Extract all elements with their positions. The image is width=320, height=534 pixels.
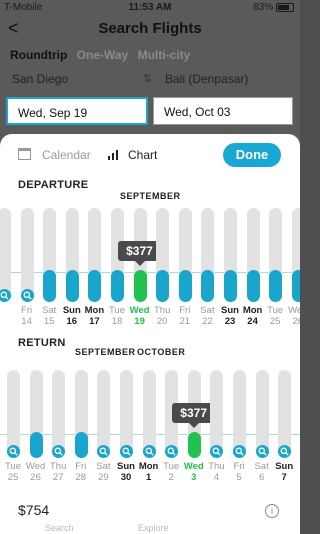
bottom-nav-search[interactable]: Search (45, 523, 74, 533)
return-month-oct: OCTOBER (137, 347, 186, 357)
search-icon[interactable] (210, 445, 224, 458)
return-month-sep: SEPTEMBER (75, 347, 136, 357)
return-price-bar[interactable] (29, 432, 43, 458)
tab-multi-city[interactable]: Multi-city (138, 48, 191, 62)
departure-price-bar[interactable] (201, 270, 215, 302)
departure-price-bar[interactable] (88, 270, 102, 302)
status-bar: T-Mobile 11:53 AM 83% (0, 0, 300, 16)
departure-day-number: 26 (292, 316, 301, 327)
swap-icon[interactable]: ⇅ (143, 72, 152, 85)
return-selected-bar[interactable] (187, 432, 201, 458)
search-icon[interactable] (255, 445, 269, 458)
departure-price-bar[interactable] (291, 270, 300, 302)
return-day-number: 7 (281, 472, 287, 483)
search-icon[interactable] (52, 445, 66, 458)
battery-percent: 83% (253, 2, 274, 13)
departure-price-bar[interactable] (43, 270, 57, 302)
search-icon[interactable] (233, 445, 246, 458)
search-icon[interactable] (0, 289, 11, 302)
tab-one-way[interactable]: One-Way (77, 48, 129, 62)
bar-chart-icon (108, 149, 122, 160)
calendar-icon (18, 148, 31, 160)
battery-indicator: 83% (253, 2, 294, 13)
departure-label: DEPARTURE (18, 179, 89, 191)
departure-day-track (0, 208, 11, 302)
destination-field[interactable]: Bali (Denpasar) (165, 72, 248, 86)
tab-roundtrip[interactable]: Roundtrip (10, 48, 67, 62)
page-title: Search Flights (98, 20, 202, 37)
done-button[interactable]: Done (223, 143, 281, 167)
date-chart-panel: Calendar Chart Done DEPARTURE SEPTEMBER … (0, 134, 300, 534)
departure-price-bar[interactable] (269, 270, 283, 302)
depart-date-field[interactable]: Wed, Sep 19 (6, 97, 148, 125)
search-icon[interactable] (7, 445, 20, 458)
tab-calendar-label: Calendar (42, 148, 91, 162)
departure-day-track (20, 208, 34, 302)
departure-weekday: Wed (288, 305, 300, 316)
return-tooltip-arrow (188, 423, 199, 428)
trip-type-tabs: Roundtrip One-Way Multi-city (10, 48, 196, 62)
departure-day-label: Wed26 (283, 305, 300, 327)
departure-price-bar[interactable] (156, 270, 170, 302)
search-icon[interactable] (120, 445, 133, 458)
return-chart: Tue 25 Wed 26 Thu 27 Fri 28 Sat 29 Sun 30 Mon 1 Tue 2 $3… (0, 362, 300, 492)
info-icon[interactable]: i (265, 504, 279, 518)
departure-tooltip-arrow (134, 261, 145, 266)
bottom-nav-explore[interactable]: Explore (138, 523, 169, 533)
departure-chart: Fri 14 Sat 15 Sun 16 Mon 17 Tue 18 $377 Wed 19 Thu 20 F… (0, 204, 300, 334)
departure-month: SEPTEMBER (120, 191, 181, 201)
return-weekday: Sun (275, 461, 294, 472)
departure-price-tooltip: $377 (118, 241, 161, 261)
return-date-field[interactable]: Wed, Oct 03 (153, 97, 293, 125)
return-label: RETURN (18, 337, 66, 349)
departure-price-bar[interactable] (178, 270, 192, 302)
search-icon[interactable] (165, 445, 179, 458)
departure-selected-bar[interactable] (133, 270, 147, 302)
departure-price-bar[interactable] (111, 270, 124, 302)
departure-price-bar[interactable] (224, 270, 237, 302)
total-price: $754 (18, 502, 50, 518)
return-price-tooltip: $377 (172, 403, 215, 423)
search-icon[interactable] (142, 445, 156, 458)
return-day-label: Sun 7 (269, 461, 299, 483)
search-icon[interactable] (20, 289, 34, 302)
departure-price-bar[interactable] (246, 270, 260, 302)
header: < Search Flights (0, 16, 300, 42)
search-icon[interactable] (278, 445, 292, 458)
tab-chart-label: Chart (128, 148, 158, 162)
return-price-bar[interactable] (74, 432, 88, 458)
origin-field[interactable]: San Diego (12, 72, 68, 86)
search-icon[interactable] (97, 445, 111, 458)
departure-price-bar[interactable] (65, 270, 79, 302)
battery-icon (276, 2, 294, 12)
